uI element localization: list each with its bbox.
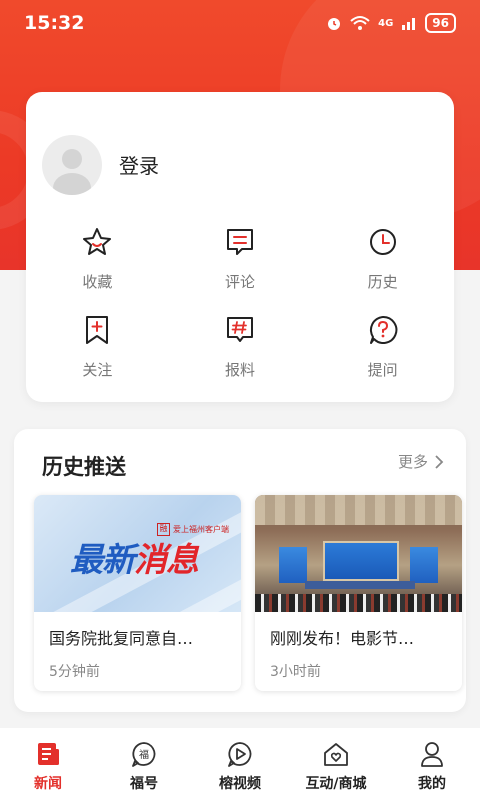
- headline-part-b: 消息: [134, 540, 199, 579]
- alarm-icon: [328, 18, 341, 30]
- wifi-icon: [350, 16, 370, 30]
- clock-icon: [369, 229, 396, 255]
- tab-interact-mall[interactable]: 互动/商城: [288, 728, 384, 800]
- quick-actions-grid: 收藏 评论 历史 关注 报料 提问: [26, 225, 454, 387]
- fuhao-icon: 福: [132, 742, 156, 767]
- avatar-head: [62, 149, 82, 169]
- tab-news[interactable]: 新闻: [0, 728, 96, 800]
- tab-fuhao[interactable]: 福 福号: [96, 728, 192, 800]
- tab-label: 新闻: [34, 776, 62, 792]
- tab-video[interactable]: 榕视频: [192, 728, 288, 800]
- network-label: 4G: [378, 17, 394, 29]
- action-label: 报料: [224, 361, 255, 379]
- news-thumbnail: [255, 495, 462, 612]
- thumbnail-podium: [305, 581, 415, 589]
- tab-label: 我的: [418, 776, 446, 792]
- status-bar: 15:32 4G 96: [0, 0, 480, 46]
- news-card[interactable]: 融 爱上福州客户端 最新消息 国务院批复同意自… 5分钟前: [34, 495, 241, 691]
- action-label: 评论: [224, 273, 255, 291]
- thumbnail-headline: 最新消息: [70, 533, 199, 581]
- action-label: 关注: [82, 361, 113, 379]
- star-icon: [83, 228, 112, 255]
- svg-text:福: 福: [139, 748, 149, 761]
- user-icon: [421, 742, 443, 767]
- action-label: 历史: [367, 273, 398, 291]
- news-title: 国务院批复同意自…: [49, 629, 194, 648]
- question-icon: [369, 315, 398, 344]
- video-icon: [228, 742, 252, 767]
- news-icon: [38, 743, 59, 765]
- hashtag-icon: [226, 317, 253, 342]
- action-ask[interactable]: 提问: [311, 313, 454, 387]
- battery-indicator: 96: [425, 13, 456, 33]
- action-history[interactable]: 历史: [311, 225, 454, 299]
- tab-mine[interactable]: 我的: [384, 728, 480, 800]
- tab-label: 榕视频: [219, 776, 261, 792]
- thumbnail-side-screen: [279, 547, 307, 583]
- news-time: 5分钟前: [49, 664, 100, 680]
- more-link[interactable]: 更多: [398, 451, 444, 472]
- action-favorites[interactable]: 收藏: [26, 225, 169, 299]
- bookmark-plus-icon: [86, 316, 109, 344]
- login-link[interactable]: 登录: [119, 150, 159, 179]
- section-title: 历史推送: [42, 455, 126, 479]
- avatar-body: [53, 173, 91, 195]
- status-icons: 4G 96: [326, 13, 456, 33]
- history-push-card: 历史推送 更多 融 爱上福州客户端 最新消息 国务院批复同意自… 5分钟前 刚刚…: [14, 429, 466, 712]
- status-time: 15:32: [24, 12, 85, 34]
- bottom-tab-bar: 新闻 福 福号 榕视频 互动/商城 我的: [0, 728, 480, 800]
- thumbnail-side-screen: [410, 547, 438, 583]
- news-title: 刚刚发布！电影节…: [270, 629, 415, 648]
- more-label: 更多: [397, 453, 428, 471]
- headline-part-a: 最新: [70, 540, 135, 579]
- tab-label: 福号: [130, 776, 158, 792]
- thumbnail-main-screen: [323, 541, 399, 581]
- action-label: 收藏: [82, 273, 113, 291]
- tab-label: 互动/商城: [305, 776, 367, 792]
- thumbnail-audience: [255, 594, 462, 612]
- action-label: 提问: [367, 361, 398, 379]
- thumbnail-ceiling: [255, 495, 462, 525]
- action-report[interactable]: 报料: [169, 313, 312, 387]
- action-comments[interactable]: 评论: [169, 225, 312, 299]
- signal-icon: [402, 18, 416, 30]
- comment-icon: [226, 229, 253, 255]
- news-time: 3小时前: [270, 664, 321, 680]
- profile-card: 登录 收藏 评论 历史 关注 报料 提问: [26, 92, 454, 402]
- avatar[interactable]: [42, 135, 102, 195]
- news-card[interactable]: 刚刚发布！电影节… 3小时前: [255, 495, 462, 691]
- home-heart-icon: [324, 743, 348, 766]
- news-thumbnail: 融 爱上福州客户端 最新消息: [34, 495, 241, 612]
- chevron-right-icon: [435, 454, 444, 469]
- action-follow[interactable]: 关注: [26, 313, 169, 387]
